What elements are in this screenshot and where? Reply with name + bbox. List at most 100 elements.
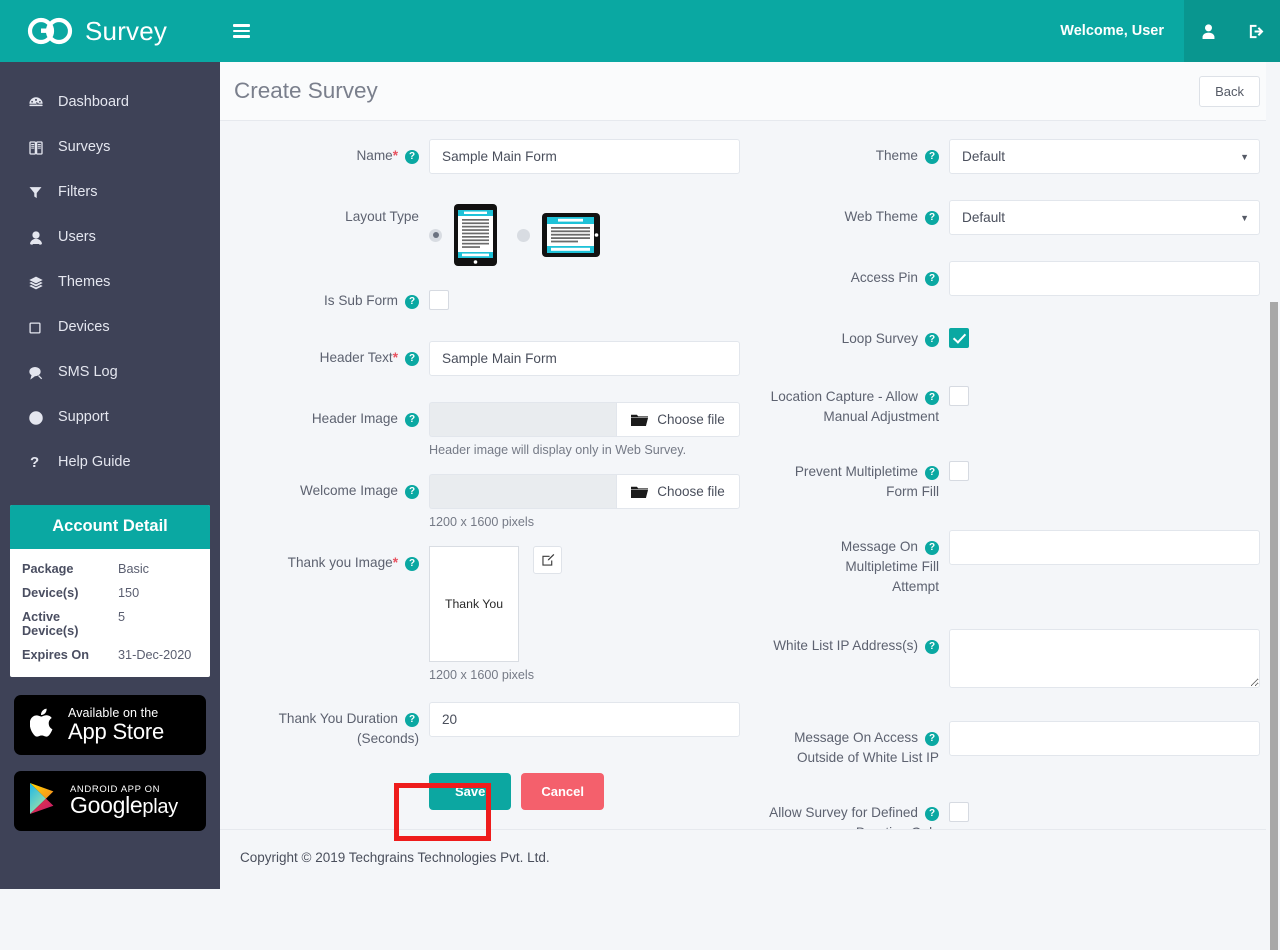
brand-logo[interactable]: Survey [0,0,220,62]
account-row-key: Device(s) [22,586,118,600]
message-outside-whitelist-input[interactable] [949,721,1260,756]
field-message-outside-whitelist-label: Message On Access? Outside of White List… [754,715,939,768]
location-capture-checkbox[interactable] [949,386,969,406]
back-button[interactable]: Back [1199,76,1260,107]
layout-radio-landscape[interactable] [517,229,530,242]
message-multipletime-input[interactable] [949,530,1260,565]
theme-select[interactable] [949,139,1260,174]
cancel-button[interactable]: Cancel [521,773,604,810]
help-icon[interactable]: ? [925,807,939,821]
account-row-value: 5 [118,610,125,638]
help-icon[interactable]: ? [405,352,419,366]
help-icon[interactable]: ? [925,150,939,164]
sidebar-item-surveys[interactable]: Surveys [0,125,220,170]
is-sub-form-checkbox[interactable] [429,290,449,310]
help-icon[interactable]: ? [405,295,419,309]
label-text-second-line: Form Fill [754,482,939,502]
page-scrollbar-track[interactable] [1266,62,1280,889]
field-thank-you-duration-label: Thank You Duration? (Seconds) [234,696,419,749]
sidebar-item-dashboard[interactable]: Dashboard [0,80,220,125]
label-text: Welcome Image [300,483,398,498]
help-icon[interactable]: ? [925,466,939,480]
page-title: Create Survey [234,78,378,104]
header-image-choose-file-button[interactable]: Choose file [616,402,740,437]
help-icon[interactable]: ? [405,713,419,727]
sidebar-item-themes[interactable]: Themes [0,260,220,305]
sidebar-item-devices[interactable]: Devices [0,305,220,350]
label-text: Thank you Image [288,555,393,570]
help-icon[interactable]: ? [405,557,419,571]
label-text: Prevent Multipletime [795,464,918,479]
white-list-ip-textarea[interactable] [949,629,1260,688]
field-thank-you-duration-control [429,696,740,737]
help-icon[interactable]: ? [925,333,939,347]
thank-you-image-thumbnail[interactable]: Thank You [429,546,519,662]
welcome-text: Welcome, User [1040,0,1184,62]
help-icon[interactable]: ? [925,272,939,286]
account-row-key: Active Device(s) [22,610,118,638]
field-is-sub-form-label: Is Sub Form? [234,278,419,311]
google-word: Google [70,792,142,818]
app-store-badge[interactable]: Available on the App Store [14,695,206,755]
web-theme-select[interactable] [949,200,1260,235]
welcome-image-choose-file-button[interactable]: Choose file [616,474,740,509]
allow-defined-duration-checkbox[interactable] [949,802,969,822]
field-name-label: Name*? [234,133,419,166]
required-asterisk: * [393,350,398,365]
loop-survey-checkbox[interactable] [949,328,969,348]
help-icon[interactable]: ? [405,485,419,499]
question-mark-icon: ? [28,454,58,471]
sidebar-item-label: Support [58,410,109,425]
field-allow-defined-duration-control [949,790,1260,827]
field-access-pin-label: Access Pin? [754,255,939,288]
field-layout-type: Layout Type [234,194,740,266]
sidebar-item-sms-log[interactable]: SMS Log [0,350,220,395]
field-prevent-multipletime-label: Prevent Multipletime? Form Fill [754,449,939,502]
sidebar-item-filters[interactable]: Filters [0,170,220,215]
label-text: Location Capture - Allow [771,389,918,404]
landscape-tablet-icon[interactable] [542,213,600,257]
account-row-key: Expires On [22,648,118,662]
help-icon[interactable]: ? [925,640,939,654]
required-asterisk: * [393,555,398,570]
edit-pencil-icon[interactable] [533,546,562,574]
layout-radio-portrait[interactable] [429,229,442,242]
form-column-right: Theme? ▼ Web Theme? ▼ [754,133,1260,861]
field-access-pin-control [949,255,1260,296]
field-prevent-multipletime-control [949,449,1260,486]
help-icon[interactable]: ? [405,150,419,164]
hamburger-menu-icon[interactable] [220,0,262,62]
portrait-tablet-icon[interactable] [454,204,497,266]
access-pin-input[interactable] [949,261,1260,296]
thank-you-duration-input[interactable] [429,702,740,737]
name-input[interactable] [429,139,740,174]
field-welcome-image-label: Welcome Image? [234,468,419,501]
sidebar-item-support[interactable]: Support [0,395,220,440]
logout-icon[interactable] [1232,0,1280,62]
help-icon[interactable]: ? [925,391,939,405]
account-row-value: 31-Dec-2020 [118,648,191,662]
help-icon[interactable]: ? [925,732,939,746]
label-text: Thank You Duration [279,711,398,726]
field-location-capture-control [949,374,1260,411]
sms-chat-icon [28,365,58,381]
page-scrollbar-thumb[interactable] [1270,302,1278,950]
sidebar-item-help-guide[interactable]: ? Help Guide [0,440,220,485]
help-icon[interactable]: ? [925,541,939,555]
help-icon[interactable]: ? [405,413,419,427]
header-text-input[interactable] [429,341,740,376]
support-lifebuoy-icon [28,410,58,426]
google-play-badge[interactable]: ANDROID APP ON Googleplay [14,771,206,831]
field-layout-type-label: Layout Type [234,194,419,227]
prevent-multipletime-checkbox[interactable] [949,461,969,481]
help-icon[interactable]: ? [925,211,939,225]
account-detail-body: Package Basic Device(s) 150 Active Devic… [10,549,210,677]
field-message-outside-whitelist: Message On Access? Outside of White List… [754,715,1260,768]
header-image-filename [429,402,616,437]
user-icon[interactable] [1184,0,1232,62]
field-layout-type-control [429,194,740,266]
sidebar-item-users[interactable]: Users [0,215,220,260]
top-bar: Survey Welcome, User [0,0,1280,62]
save-button[interactable]: Save [429,773,511,810]
surveys-book-icon [28,140,58,156]
